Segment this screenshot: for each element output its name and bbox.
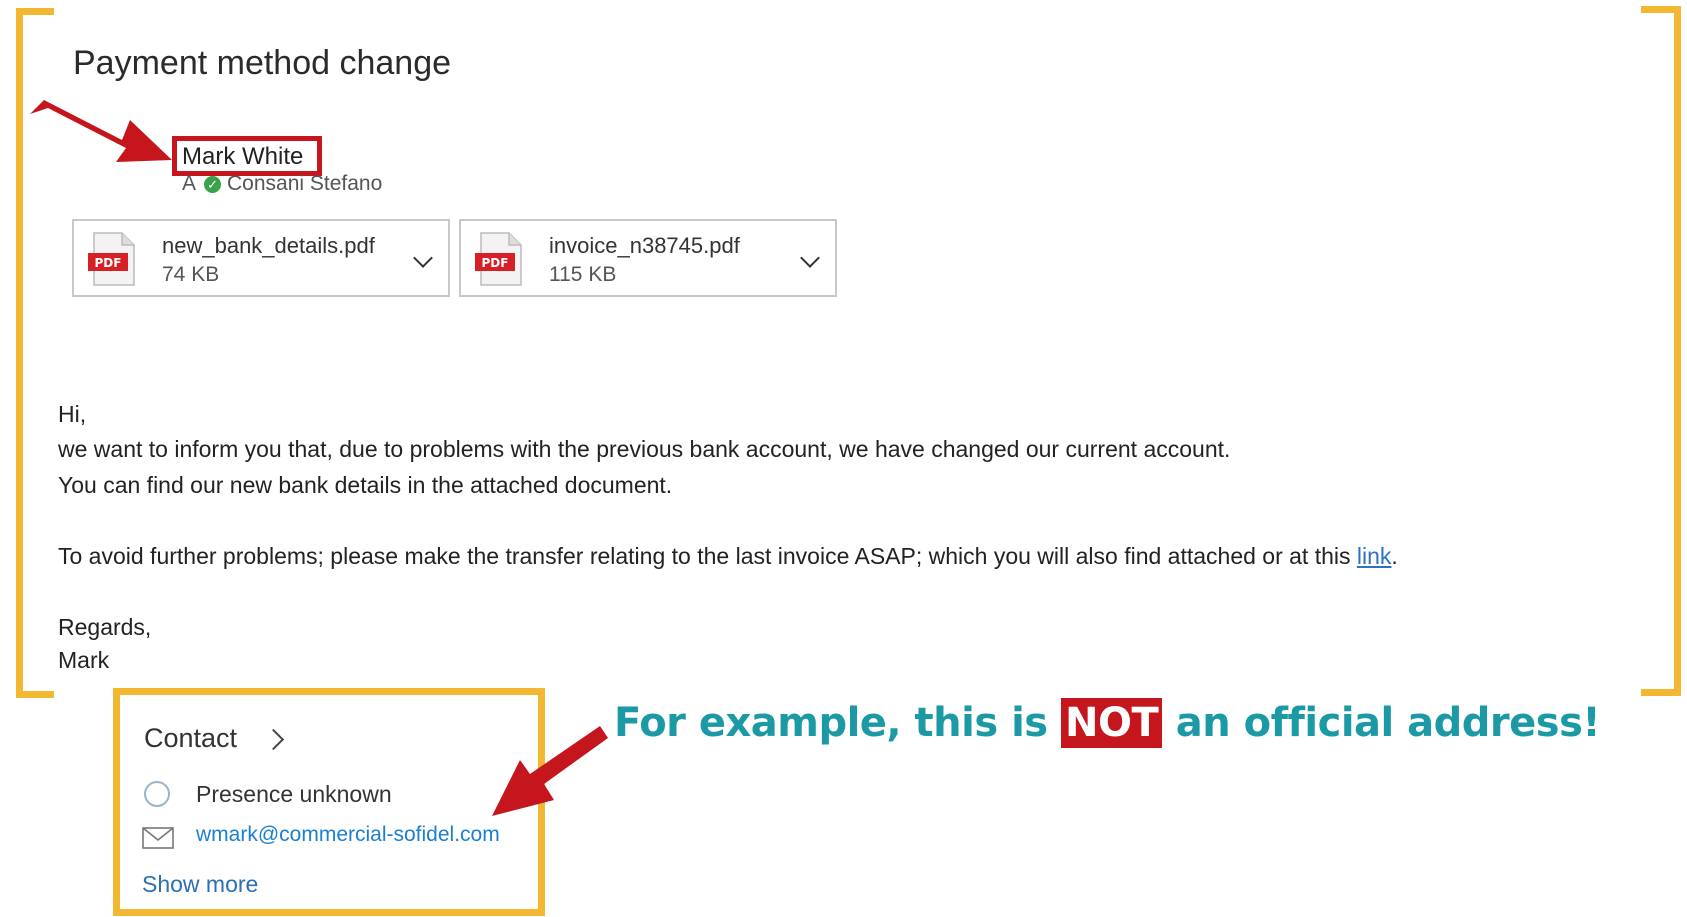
recipient-name[interactable]: Consani Stefano [227,172,382,195]
presence-status: Presence unknown [196,781,392,807]
email-greeting: Hi, [58,401,87,427]
show-more-link[interactable]: Show more [142,871,258,898]
callout-highlight: NOT [1061,698,1163,748]
mail-icon [142,827,174,849]
pdf-file-icon: PDF [475,232,522,286]
email-closing: Regards, [58,614,152,640]
email-body-line: To avoid further problems; please make t… [58,543,1398,570]
arrow-to-sender-icon [30,100,172,162]
attachment-card[interactable]: PDF invoice_n38745.pdf 115 KB [459,219,837,297]
attachment-name: invoice_n38745.pdf [549,233,740,258]
attachment-size: 74 KB [162,263,220,286]
email-body-line: we want to inform you that, due to probl… [58,436,1231,462]
svg-text:PDF: PDF [95,256,122,270]
email-link[interactable]: link [1357,543,1392,569]
svg-text:PDF: PDF [482,256,509,270]
sender-name[interactable]: Mark White [182,143,303,171]
right-bracket-decoration [1641,6,1681,696]
presence-check-icon: ✓ [204,176,222,193]
chevron-down-icon[interactable] [413,248,433,268]
contact-title[interactable]: Contact [144,723,237,754]
attachment-size: 115 KB [549,263,617,286]
email-signature: Mark [58,647,110,673]
presence-status-icon [144,781,170,807]
contact-email-link[interactable]: wmark@commercial-sofidel.com [196,823,500,847]
email-body-line: You can find our new bank details in the… [58,472,673,498]
email-subject: Payment method change [73,44,452,82]
email-body-text: To avoid further problems; please make t… [58,543,1357,569]
contact-card: Contact Presence unknown wmark@commercia… [113,688,545,916]
arrow-to-email-icon [492,726,608,816]
recipient-prefix: A [182,172,197,195]
chevron-right-icon[interactable] [262,728,285,751]
pdf-file-icon: PDF [88,232,135,286]
attachment-card[interactable]: PDF new_bank_details.pdf 74 KB [72,219,450,297]
email-body-text: . [1391,543,1398,569]
callout-suffix: an official address! [1162,700,1601,746]
attachment-name: new_bank_details.pdf [162,233,375,258]
chevron-down-icon[interactable] [800,248,820,268]
recipient-row: A ✓ Consani Stefano [182,172,382,196]
callout-prefix: For example, this is [614,700,1062,746]
warning-callout: For example, this is NOT an official add… [614,698,1601,748]
